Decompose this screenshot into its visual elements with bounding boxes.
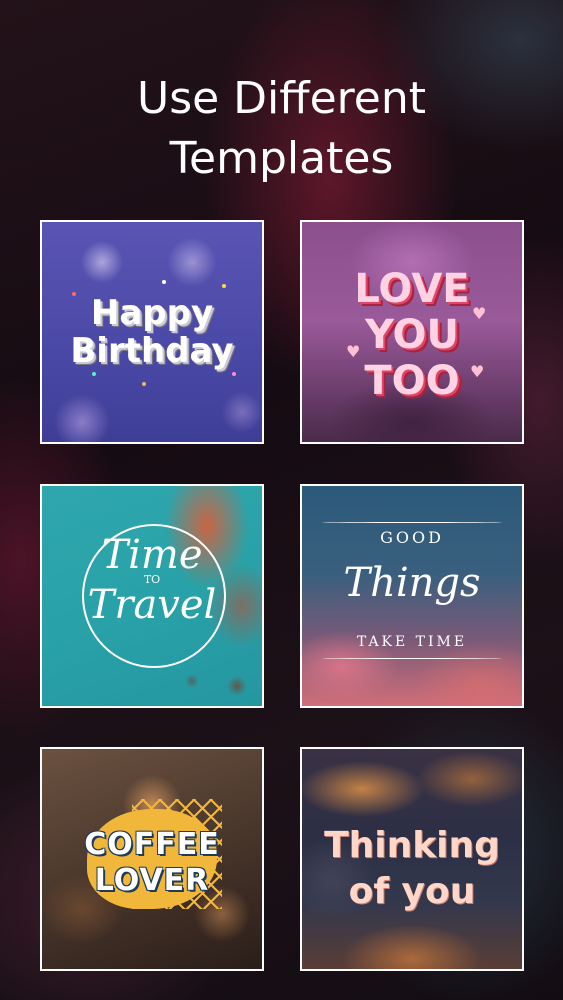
title-line-2: Templates — [169, 133, 394, 185]
birthday-line-2: Birthday — [70, 331, 234, 371]
good-text: GOOD — [380, 528, 444, 547]
decorative-swirl — [322, 522, 502, 523]
template-card-time-to-travel[interactable]: Time TO Travel — [40, 484, 264, 708]
coffee-line-1: COFFEE — [84, 827, 220, 862]
template-card-thinking-of-you[interactable]: Thinking of you — [300, 747, 524, 971]
confetti-dot — [162, 280, 166, 284]
template-text-travel: Time TO Travel — [82, 532, 222, 628]
coffee-line-2: LOVER — [94, 863, 210, 898]
love-line-3: TOO — [364, 358, 460, 404]
travel-line-1: Time — [101, 532, 203, 578]
template-card-good-things[interactable]: GOOD Things TAKE TIME — [300, 484, 524, 708]
confetti-dot — [92, 372, 96, 376]
template-text-birthday: Happy Birthday — [42, 294, 262, 370]
template-text-thinking: Thinking of you — [302, 823, 522, 915]
thinking-line-1: Thinking — [324, 825, 500, 866]
decorative-swirl — [322, 658, 502, 659]
page-title: Use Different Templates — [0, 69, 563, 189]
title-line-1: Use Different — [136, 73, 426, 125]
birthday-line-1: Happy — [90, 293, 214, 333]
things-text: Things — [343, 560, 481, 606]
template-text-love: LOVE YOU TOO — [302, 266, 522, 404]
template-text-coffee: COFFEE LOVER — [42, 827, 262, 899]
love-line-1: LOVE — [354, 266, 470, 312]
template-card-love-you-too[interactable]: ♥ ♥ ♥ LOVE YOU TOO — [300, 220, 524, 444]
confetti-dot — [142, 382, 146, 386]
travel-line-3: Travel — [87, 582, 217, 628]
template-card-coffee-lover[interactable]: COFFEE LOVER — [40, 747, 264, 971]
take-time-text: TAKE TIME — [356, 634, 468, 650]
thinking-line-2: of you — [348, 871, 476, 912]
love-line-2: YOU — [364, 312, 460, 358]
confetti-dot — [232, 372, 236, 376]
confetti-dot — [222, 284, 226, 288]
template-card-happy-birthday[interactable]: Happy Birthday — [40, 220, 264, 444]
